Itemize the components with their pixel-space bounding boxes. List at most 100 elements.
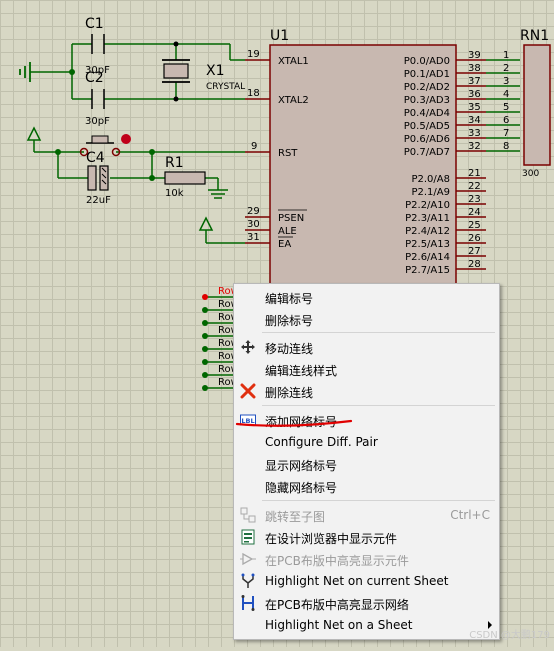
c4-capacitor — [87, 165, 109, 191]
menu-item-label: 删除连线 — [265, 386, 314, 400]
x1-value: CRYSTAL — [206, 82, 245, 92]
power-arrow-icon — [198, 216, 214, 231]
menu-item-goto-subsheet[interactable]: 跳转至子图 Ctrl+C — [234, 504, 499, 526]
menu-item-label: 跳转至子图 — [265, 510, 326, 524]
pin-name-p05: P0.5/AD5 — [404, 121, 450, 132]
pin-num-37: 37 — [468, 76, 481, 87]
menu-item-edit-label[interactable]: 编辑标号 — [234, 286, 499, 308]
pin-num-22: 22 — [468, 181, 481, 192]
rn1-body — [523, 44, 551, 166]
menu-item-move-wire[interactable]: 移动连线 — [234, 336, 499, 358]
rn1-pin-4: 4 — [503, 89, 509, 100]
menu-item-edit-wire-style[interactable]: 编辑连线样式 — [234, 358, 499, 380]
menu-item-delete-wire[interactable]: 删除连线 — [234, 380, 499, 402]
pin-num-9: 9 — [251, 141, 257, 152]
c2-capacitor — [91, 89, 105, 109]
pin-name-p00: P0.0/AD0 — [404, 56, 450, 67]
u1-ref: U1 — [270, 28, 289, 44]
c4-value: 22uF — [86, 195, 111, 206]
pin-num-24: 24 — [468, 207, 481, 218]
pin-num-27: 27 — [468, 246, 481, 257]
pin-name-p01: P0.1/AD1 — [404, 69, 450, 80]
menu-item-configure-diff-pair[interactable]: Configure Diff. Pair — [234, 431, 499, 453]
watermark-text: CSDN @大鹏179 — [469, 630, 550, 641]
pcb-net-icon — [241, 595, 255, 611]
pin-name-p02: P0.2/AD2 — [404, 82, 450, 93]
menu-item-label: 添加网络标号 — [265, 415, 338, 429]
menu-item-label: 编辑标号 — [265, 292, 314, 306]
menu-item-pcb-highlight-component[interactable]: 在PCB布版中高亮显示元件 — [234, 548, 499, 570]
pin-name-p21: P2.1/A9 — [411, 187, 450, 198]
pin-num-32: 32 — [468, 141, 481, 152]
pin-num-19: 19 — [247, 49, 260, 60]
menu-item-add-net-label[interactable]: LBL 添加网络标号 — [234, 409, 499, 431]
r1-resistor — [164, 171, 206, 185]
pin-name-p22: P2.2/A10 — [405, 200, 450, 211]
rn1-value: 300 — [522, 169, 539, 179]
pin-num-38: 38 — [468, 63, 481, 74]
context-menu: 编辑标号 删除标号 移动连线 编辑连线样式 删除连线 LBL 添加网络标号 Co… — [233, 283, 500, 640]
pin-name-rst: RST — [278, 148, 298, 159]
pin-name-ea: EA — [278, 239, 291, 250]
pin-name-p20: P2.0/A8 — [411, 174, 450, 185]
c4-ref: C4 — [86, 150, 105, 166]
menu-item-delete-label[interactable]: 删除标号 — [234, 308, 499, 330]
pin-name-xtal1: XTAL1 — [278, 56, 309, 67]
menu-item-label: Highlight Net on current Sheet — [265, 574, 449, 588]
pin-num-25: 25 — [468, 220, 481, 231]
menu-item-label: 显示网络标号 — [265, 459, 338, 473]
menu-item-highlight-net-on-sheet[interactable]: Highlight Net on a Sheet — [234, 614, 499, 636]
menu-item-show-in-browser[interactable]: 在设计浏览器中显示元件 — [234, 526, 499, 548]
pcb-component-icon — [240, 552, 256, 566]
menu-item-label: 编辑连线样式 — [265, 364, 338, 378]
rn1-pin-1: 1 — [503, 50, 509, 61]
pin-name-p03: P0.3/AD3 — [404, 95, 450, 106]
ground-symbol — [208, 189, 228, 199]
pin-num-30: 30 — [247, 219, 260, 230]
menu-item-label: 隐藏网络标号 — [265, 481, 338, 495]
pin-num-36: 36 — [468, 89, 481, 100]
delete-x-icon — [240, 383, 256, 399]
rn1-pin-7: 7 — [503, 128, 509, 139]
pin-name-p26: P2.6/A14 — [405, 252, 450, 263]
move-icon — [241, 340, 255, 354]
menu-item-label: Highlight Net on a Sheet — [265, 618, 413, 632]
ground-symbol — [19, 62, 31, 82]
r1-ref: R1 — [165, 155, 184, 171]
rn1-pin-3: 3 — [503, 76, 509, 87]
menu-item-show-net-labels[interactable]: 显示网络标号 — [234, 453, 499, 475]
pin-name-p23: P2.3/A11 — [405, 213, 450, 224]
pin-name-p06: P0.6/AD6 — [404, 134, 450, 145]
pin-name-psen: PSEN — [278, 213, 304, 224]
pin-num-39: 39 — [468, 50, 481, 61]
r1-value: 10k — [165, 188, 184, 199]
menu-separator — [262, 405, 495, 406]
menu-item-hide-net-labels[interactable]: 隐藏网络标号 — [234, 475, 499, 497]
x1-crystal — [162, 59, 190, 83]
menu-item-shortcut: Ctrl+C — [450, 508, 490, 522]
pin-name-xtal2: XTAL2 — [278, 95, 309, 106]
pin-num-26: 26 — [468, 233, 481, 244]
lbl-icon: LBL — [240, 414, 256, 426]
c2-value: 30pF — [85, 116, 110, 127]
pin-name-p24: P2.4/A12 — [405, 226, 450, 237]
pin-num-35: 35 — [468, 102, 481, 113]
menu-item-label: 在PCB布版中高亮显示元件 — [265, 554, 409, 568]
pin-name-p27: P2.7/A15 — [405, 265, 450, 276]
rn1-ref: RN1 — [520, 28, 549, 44]
menu-item-pcb-highlight-net[interactable]: 在PCB布版中高亮显示网络 — [234, 592, 499, 614]
pin-name-p25: P2.5/A13 — [405, 239, 450, 250]
rn1-pin-6: 6 — [503, 115, 509, 126]
menu-item-label: 在PCB布版中高亮显示网络 — [265, 598, 409, 612]
menu-item-label: Configure Diff. Pair — [265, 435, 378, 449]
browser-icon — [241, 529, 255, 545]
power-arrow-icon — [26, 126, 42, 141]
pin-num-33: 33 — [468, 128, 481, 139]
menu-item-highlight-net-current-sheet[interactable]: Highlight Net on current Sheet — [234, 570, 499, 592]
c1-capacitor — [91, 34, 105, 54]
pin-num-21: 21 — [468, 168, 481, 179]
pin-name-ale: ALE — [278, 226, 297, 237]
pin-num-34: 34 — [468, 115, 481, 126]
pin-name-p04: P0.4/AD4 — [404, 108, 450, 119]
x1-ref: X1 — [206, 63, 225, 79]
